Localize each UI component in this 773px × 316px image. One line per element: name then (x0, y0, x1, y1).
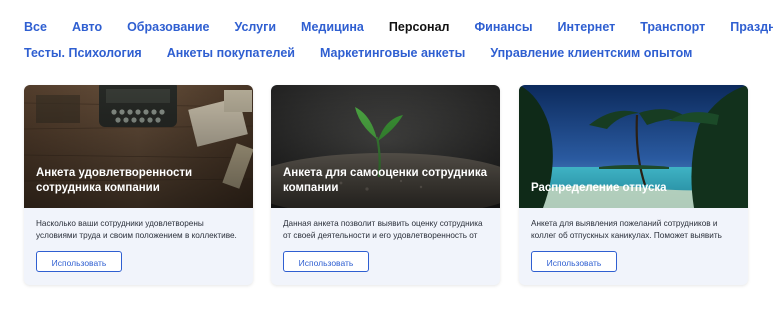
category-customer-experience[interactable]: Управление клиентским опытом (490, 45, 692, 61)
category-customer-surveys[interactable]: Анкеты покупателей (167, 45, 295, 61)
card-description: Насколько ваши сотрудники удовлетворены … (36, 219, 237, 240)
category-medicine[interactable]: Медицина (301, 19, 364, 35)
card-title: Анкета для самооценки сотрудника компани… (283, 167, 487, 194)
template-card[interactable]: Анкета для самооценки сотрудника компани… (271, 85, 500, 285)
category-holidays[interactable]: Праздники (730, 19, 773, 35)
category-internet[interactable]: Интернет (558, 19, 616, 35)
template-card[interactable]: Распределение отпуска Анкета для выявлен… (519, 85, 748, 285)
card-description: Анкета для выявления пожеланий сотрудник… (531, 219, 722, 240)
category-services[interactable]: Услуги (234, 19, 276, 35)
category-filter-row-1: Все Авто Образование Услуги Медицина Пер… (24, 19, 773, 35)
card-image-sprout: Анкета для самооценки сотрудника компани… (271, 85, 500, 208)
use-template-button[interactable]: Использовать (531, 251, 617, 272)
card-description: Данная анкета позволит выявить оценку со… (283, 219, 483, 240)
category-marketing-surveys[interactable]: Маркетинговые анкеты (320, 45, 465, 61)
use-template-button[interactable]: Использовать (283, 251, 369, 272)
category-psychology-tests[interactable]: Тесты. Психология (24, 45, 142, 61)
category-finance[interactable]: Финансы (475, 19, 533, 35)
card-image-typewriter: Анкета удовлетворенности сотрудника комп… (24, 85, 253, 208)
category-education[interactable]: Образование (127, 19, 209, 35)
category-personnel[interactable]: Персонал (389, 19, 450, 35)
category-filter-row-2: Тесты. Психология Анкеты покупателей Мар… (24, 45, 717, 61)
card-image-beach: Распределение отпуска (519, 85, 748, 208)
category-all[interactable]: Все (24, 19, 47, 35)
category-transport[interactable]: Транспорт (640, 19, 705, 35)
template-card[interactable]: Анкета удовлетворенности сотрудника комп… (24, 85, 253, 285)
category-auto[interactable]: Авто (72, 19, 102, 35)
use-template-button[interactable]: Использовать (36, 251, 122, 272)
card-title: Анкета удовлетворенности сотрудника комп… (36, 167, 193, 194)
card-title: Распределение отпуска (531, 182, 667, 194)
